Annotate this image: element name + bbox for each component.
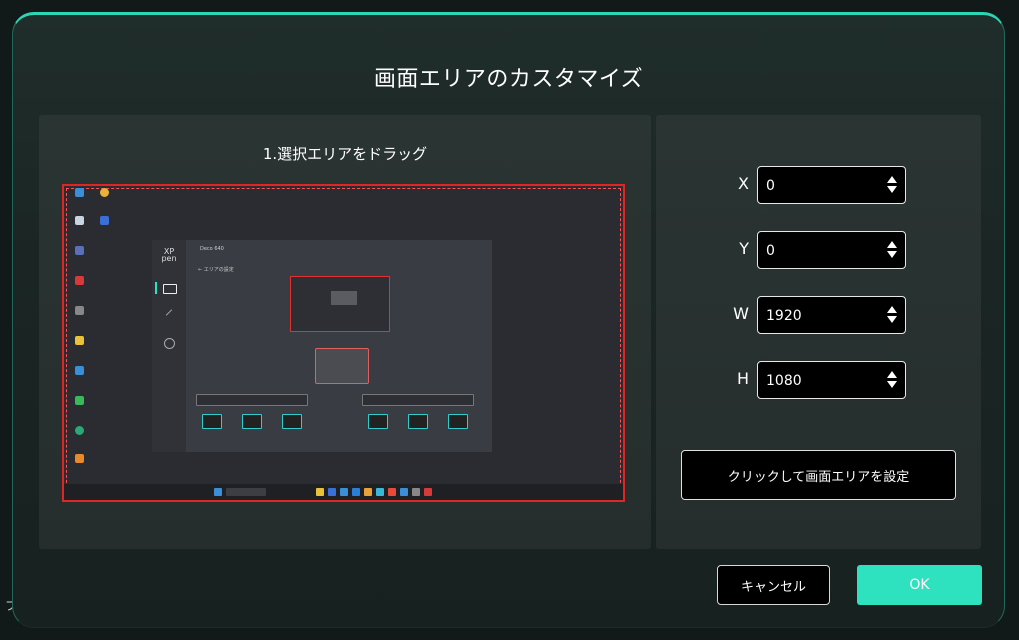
spinner-icon[interactable] — [887, 306, 897, 323]
mini-monitor-preview — [290, 276, 390, 332]
desktop-icon — [90, 216, 118, 225]
mini-tablet-preview — [315, 348, 369, 384]
set-screen-area-button[interactable]: クリックして画面エリアを設定 — [681, 450, 956, 500]
x-label: X — [738, 174, 749, 193]
y-label: Y — [739, 239, 749, 258]
app-dropdown-right — [362, 394, 474, 406]
step-label: 1.選択エリアをドラッグ — [262, 145, 428, 163]
pen-icon — [165, 309, 173, 316]
desktop-icon — [65, 336, 93, 345]
mini-window — [331, 291, 357, 305]
taskbar-app-icon — [376, 488, 384, 496]
gear-icon — [164, 338, 175, 349]
taskbar-app-icon — [352, 488, 360, 496]
y-input[interactable]: 0 — [757, 231, 906, 269]
app-button — [368, 414, 388, 429]
w-label: W — [733, 304, 749, 323]
w-field-row: W 1920 — [656, 296, 981, 336]
search-bar — [226, 488, 266, 496]
area-selection-panel: 1.選択エリアをドラッグ XP pen Deco 640 ← エリアの設定 — [39, 115, 651, 549]
windows-icon — [214, 488, 222, 496]
desktop-icon — [90, 188, 118, 197]
app-dropdown-left — [196, 394, 308, 406]
h-field-row: H 1080 — [656, 361, 981, 401]
desktop-icon — [65, 454, 93, 463]
taskbar-app-icon — [340, 488, 348, 496]
y-value[interactable]: 0 — [766, 243, 775, 259]
spinner-icon[interactable] — [887, 371, 897, 388]
monitor-icon — [163, 284, 177, 294]
desktop-icon — [65, 396, 93, 405]
y-field-row: Y 0 — [656, 231, 981, 271]
ok-button[interactable]: OK — [857, 565, 982, 605]
desktop-icon — [65, 216, 93, 225]
desktop-icon — [65, 426, 93, 435]
driver-app-window-thumbnail: XP pen Deco 640 ← エリアの設定 — [152, 240, 492, 452]
desktop-icon — [65, 276, 93, 285]
active-indicator — [155, 282, 157, 294]
screen-preview[interactable]: XP pen Deco 640 ← エリアの設定 — [62, 184, 625, 502]
h-value[interactable]: 1080 — [766, 373, 802, 389]
w-input[interactable]: 1920 — [757, 296, 906, 334]
cancel-button[interactable]: キャンセル — [717, 565, 830, 605]
taskbar-thumbnail — [64, 484, 623, 500]
coordinates-panel: X 0 Y 0 W 1920 H 1080 クリックして画面エリアを設定 — [656, 115, 981, 549]
desktop-icon — [65, 366, 93, 375]
app-button — [202, 414, 222, 429]
app-button — [242, 414, 262, 429]
customize-area-dialog: 画面エリアのカスタマイズ 1.選択エリアをドラッグ XP pen Deco 64… — [12, 12, 1005, 628]
app-button — [448, 414, 468, 429]
taskbar-app-icon — [424, 488, 432, 496]
spinner-icon[interactable] — [887, 241, 897, 258]
h-label: H — [736, 369, 749, 388]
spinner-icon[interactable] — [887, 176, 897, 193]
taskbar-app-icon — [400, 488, 408, 496]
taskbar-app-icon — [328, 488, 336, 496]
app-logo: XP pen — [161, 247, 177, 263]
app-window-title: Deco 640 — [200, 246, 224, 252]
taskbar-app-icon — [412, 488, 420, 496]
taskbar-app-icon — [364, 488, 372, 496]
taskbar-app-icon — [388, 488, 396, 496]
dialog-title: 画面エリアのカスタマイズ — [373, 67, 644, 92]
desktop-icon — [65, 306, 93, 315]
w-value[interactable]: 1920 — [766, 308, 802, 324]
app-sidebar-thumbnail: XP pen — [152, 240, 186, 452]
desktop-icon — [65, 246, 93, 255]
app-subtitle: ← エリアの設定 — [198, 267, 234, 273]
desktop-icon — [65, 188, 93, 197]
x-value[interactable]: 0 — [766, 178, 775, 194]
app-button — [408, 414, 428, 429]
taskbar-app-icon — [316, 488, 324, 496]
app-button — [282, 414, 302, 429]
x-field-row: X 0 — [656, 166, 981, 206]
x-input[interactable]: 0 — [757, 166, 906, 204]
h-input[interactable]: 1080 — [757, 361, 906, 399]
